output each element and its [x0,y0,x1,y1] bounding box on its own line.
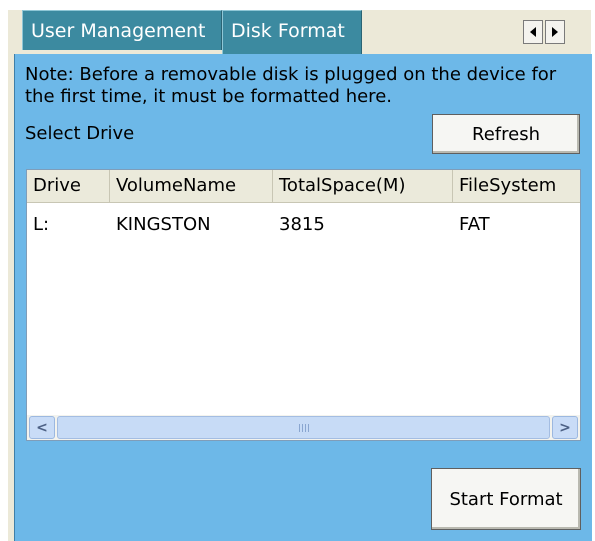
scroll-right-button[interactable]: > [552,416,578,439]
tab-disk-format-label: Disk Format [231,20,345,42]
arrow-left-icon [530,27,536,37]
cell-volume-name: KINGSTON [116,214,211,235]
column-header-drive[interactable]: Drive [27,170,110,202]
scrollbar-thumb[interactable] [57,416,550,439]
cell-drive: L: [33,214,50,235]
select-drive-label: Select Drive [25,123,135,144]
drive-list[interactable]: Drive VolumeName TotalSpace(M) FileSyste… [26,169,581,441]
column-header-file-system[interactable]: FileSystem [453,170,580,202]
column-header-total-space[interactable]: TotalSpace(M) [273,170,453,202]
tab-disk-format[interactable]: Disk Format [222,10,362,54]
disk-format-panel: Note: Before a removable disk is plugged… [14,54,592,541]
start-format-button[interactable]: Start Format [431,468,581,530]
refresh-button[interactable]: Refresh [432,114,580,154]
tab-scroll-left-button[interactable] [523,20,543,44]
tab-user-management[interactable]: User Management [22,10,222,50]
grip-icon [298,423,309,432]
chevron-left-icon: < [36,419,48,436]
chevron-right-icon: > [559,419,571,436]
cell-file-system: FAT [459,214,490,235]
column-header-volume-name[interactable]: VolumeName [110,170,273,202]
tab-user-management-label: User Management [31,20,206,42]
scroll-left-button[interactable]: < [29,416,55,439]
arrow-right-icon [552,27,558,37]
horizontal-scrollbar[interactable]: < > [27,415,580,440]
drive-list-header: Drive VolumeName TotalSpace(M) FileSyste… [27,170,580,203]
tab-scroll-right-button[interactable] [545,20,565,44]
cell-total-space: 3815 [279,214,325,235]
note-text: Note: Before a removable disk is plugged… [25,64,557,107]
tab-strip: User Management Disk Format [8,10,591,54]
